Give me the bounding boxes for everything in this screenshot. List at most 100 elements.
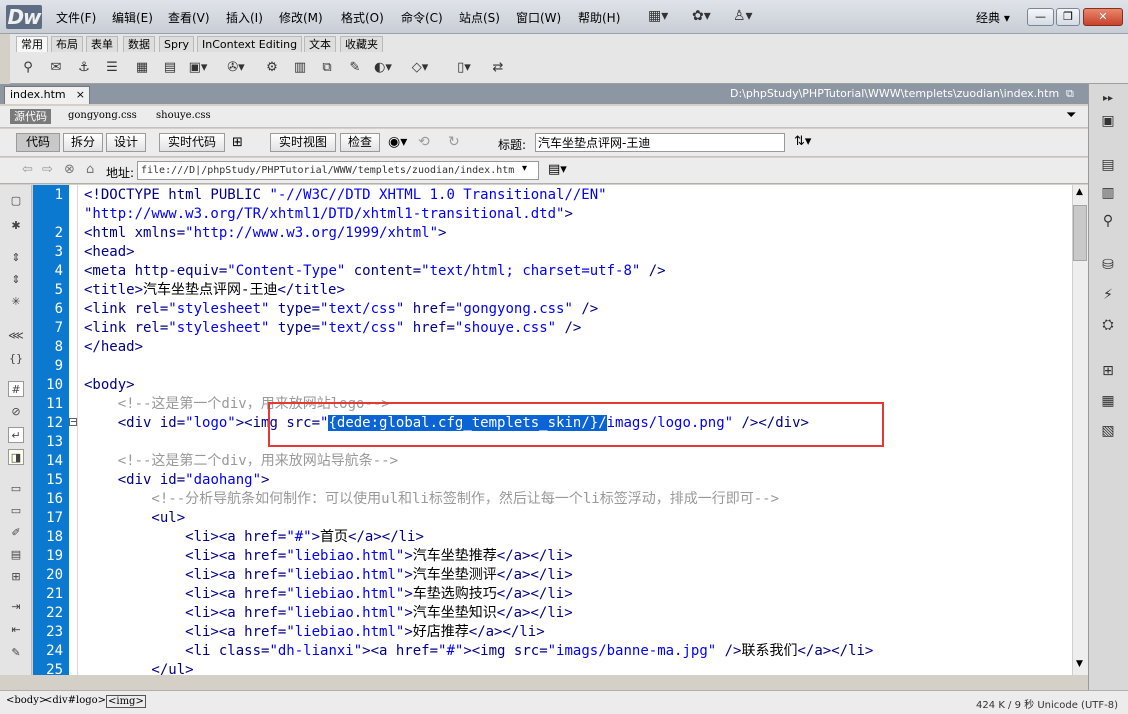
refresh-design-icon[interactable]: ⟲: [418, 134, 430, 150]
widget-icon[interactable]: ⚙: [262, 58, 282, 78]
restore-button[interactable]: ❐: [1056, 8, 1080, 26]
hyperlink-icon[interactable]: ⚲: [18, 58, 38, 78]
tag-selector-body[interactable]: <body>: [6, 695, 47, 706]
back-icon[interactable]: ⇦: [22, 162, 33, 177]
script-icon[interactable]: ◇▾: [410, 58, 430, 78]
preview-globe-icon[interactable]: ◉▾: [388, 134, 407, 150]
horizontal-rule-icon[interactable]: ☰: [102, 58, 122, 78]
source-code-tab[interactable]: 源代码: [10, 109, 51, 124]
assets-icon[interactable]: ▦: [1097, 390, 1119, 412]
email-link-icon[interactable]: ✉: [46, 58, 66, 78]
head-icon[interactable]: ◐▾: [373, 58, 393, 78]
balance-braces-icon[interactable]: {}: [8, 351, 24, 367]
insert-tab-data[interactable]: 数据: [123, 36, 155, 52]
word-wrap-icon[interactable]: ↵: [8, 427, 24, 443]
line-numbers-icon[interactable]: #: [8, 381, 24, 397]
scroll-up-icon[interactable]: ▲: [1076, 187, 1083, 197]
menu-modify[interactable]: 修改(M): [279, 9, 323, 26]
tag-selector-img[interactable]: <img>: [106, 695, 146, 708]
show-code-navigator-icon[interactable]: ✱: [8, 218, 24, 234]
date-icon[interactable]: ▥: [290, 58, 310, 78]
menu-insert[interactable]: 插入(I): [226, 9, 263, 26]
layout-icon[interactable]: ▦▾: [648, 8, 668, 24]
menu-file[interactable]: 文件(F): [56, 9, 96, 26]
file-management-icon[interactable]: ⇅▾: [794, 134, 811, 149]
fold-marker-icon[interactable]: −: [69, 418, 77, 426]
insert-tab-incontext[interactable]: InContext Editing: [197, 36, 303, 52]
indent-code-icon[interactable]: ⇥: [8, 599, 24, 615]
menu-commands[interactable]: 命令(C): [401, 9, 443, 26]
menu-view[interactable]: 查看(V): [168, 9, 210, 26]
select-parent-tag-icon[interactable]: ⋘: [8, 328, 24, 344]
css-styles-icon[interactable]: ▤: [1097, 154, 1119, 176]
div-tag-icon[interactable]: ▤: [160, 58, 180, 78]
outdent-code-icon[interactable]: ⇤: [8, 622, 24, 638]
syntax-coloring-icon[interactable]: ◨: [8, 449, 24, 465]
workspace-switcher[interactable]: 经典 ▾: [976, 9, 1010, 26]
address-input[interactable]: file:///D|/phpStudy/PHPTutorial/WWW/temp…: [137, 161, 539, 180]
server-include-icon[interactable]: ⧉: [317, 58, 337, 78]
open-documents-icon[interactable]: ▢: [8, 193, 24, 209]
refresh-icon[interactable]: ↻: [448, 134, 460, 150]
extend-icon[interactable]: ✿▾: [692, 8, 711, 24]
media-icon[interactable]: ✇▾: [226, 58, 246, 78]
live-view-button[interactable]: 实时视图: [270, 133, 336, 152]
close-tab-icon[interactable]: ×: [76, 87, 85, 103]
collapse-selection-icon[interactable]: ⇕: [8, 272, 24, 288]
recent-snippets-icon[interactable]: ▤: [8, 547, 24, 563]
title-input[interactable]: [535, 133, 785, 152]
code-view-button[interactable]: 代码: [16, 133, 60, 152]
tag-inspector-icon[interactable]: ⚲: [1097, 210, 1119, 232]
wrap-tag-icon[interactable]: ✐: [8, 525, 24, 541]
server-behaviors-icon[interactable]: ⛭: [1097, 314, 1119, 336]
move-css-icon[interactable]: ⊞: [8, 569, 24, 585]
insert-tab-common[interactable]: 常用: [16, 36, 48, 52]
site-icon[interactable]: ♙▾: [733, 8, 753, 24]
restore-doc-icon[interactable]: ⧉: [1066, 87, 1074, 101]
minimize-button[interactable]: —: [1027, 8, 1054, 26]
named-anchor-icon[interactable]: ⚓: [74, 58, 94, 78]
scrollbar-thumb[interactable]: [1073, 205, 1087, 261]
insert-tab-favorites[interactable]: 收藏夹: [340, 36, 383, 52]
menu-window[interactable]: 窗口(W): [516, 9, 561, 26]
templates-icon[interactable]: ▯▾: [454, 58, 474, 78]
snippets-icon[interactable]: ▧: [1097, 420, 1119, 442]
stop-icon[interactable]: ⊗: [64, 162, 75, 177]
insert-tab-text[interactable]: 文本: [304, 36, 336, 52]
menu-help[interactable]: 帮助(H): [578, 9, 620, 26]
comment-icon[interactable]: ✎: [345, 58, 365, 78]
inspect-button[interactable]: 检查: [340, 133, 380, 152]
remove-comment-icon[interactable]: ▭: [8, 503, 24, 519]
live-code-button[interactable]: 实时代码: [159, 133, 225, 152]
insert-tab-forms[interactable]: 表单: [86, 36, 118, 52]
files-icon[interactable]: ⊞: [1097, 360, 1119, 382]
address-dropdown-icon[interactable]: ▾: [522, 163, 527, 174]
browser-compat-icon[interactable]: ⊞: [232, 135, 243, 150]
related-file-shouye[interactable]: shouye.css: [156, 110, 211, 121]
apply-comment-icon[interactable]: ▭: [8, 481, 24, 497]
menu-format[interactable]: 格式(O): [341, 9, 384, 26]
tag-selector-div-logo[interactable]: <div#logo>: [44, 695, 106, 706]
table-icon[interactable]: ▦: [132, 58, 152, 78]
filter-icon[interactable]: ⏷: [1066, 108, 1076, 123]
close-button[interactable]: ✕: [1083, 8, 1123, 26]
split-view-button[interactable]: 拆分: [63, 133, 103, 152]
related-file-gongyong[interactable]: gongyong.css: [68, 110, 137, 121]
scroll-down-icon[interactable]: ▼: [1076, 659, 1083, 669]
behaviors-icon[interactable]: ⚡: [1097, 284, 1119, 306]
insert-tab-layout[interactable]: 布局: [51, 36, 83, 52]
collapse-panels-icon[interactable]: ▸▸: [1097, 88, 1119, 110]
menu-site[interactable]: 站点(S): [459, 9, 500, 26]
image-icon[interactable]: ▣▾: [188, 58, 208, 78]
document-tab[interactable]: index.htm ×: [4, 86, 90, 104]
highlight-invalid-icon[interactable]: ⊘: [8, 404, 24, 420]
menu-edit[interactable]: 编辑(E): [112, 9, 153, 26]
collapse-tag-icon[interactable]: ⇕: [8, 250, 24, 266]
expand-all-icon[interactable]: ✳: [8, 294, 24, 310]
tag-chooser-icon[interactable]: ⇄: [488, 58, 508, 78]
insert-panel-icon[interactable]: ▣: [1097, 110, 1119, 132]
design-view-button[interactable]: 设计: [106, 133, 146, 152]
databases-icon[interactable]: ⛁: [1097, 254, 1119, 276]
format-source-icon[interactable]: ✎: [8, 645, 24, 661]
ap-elements-icon[interactable]: ▥: [1097, 182, 1119, 204]
